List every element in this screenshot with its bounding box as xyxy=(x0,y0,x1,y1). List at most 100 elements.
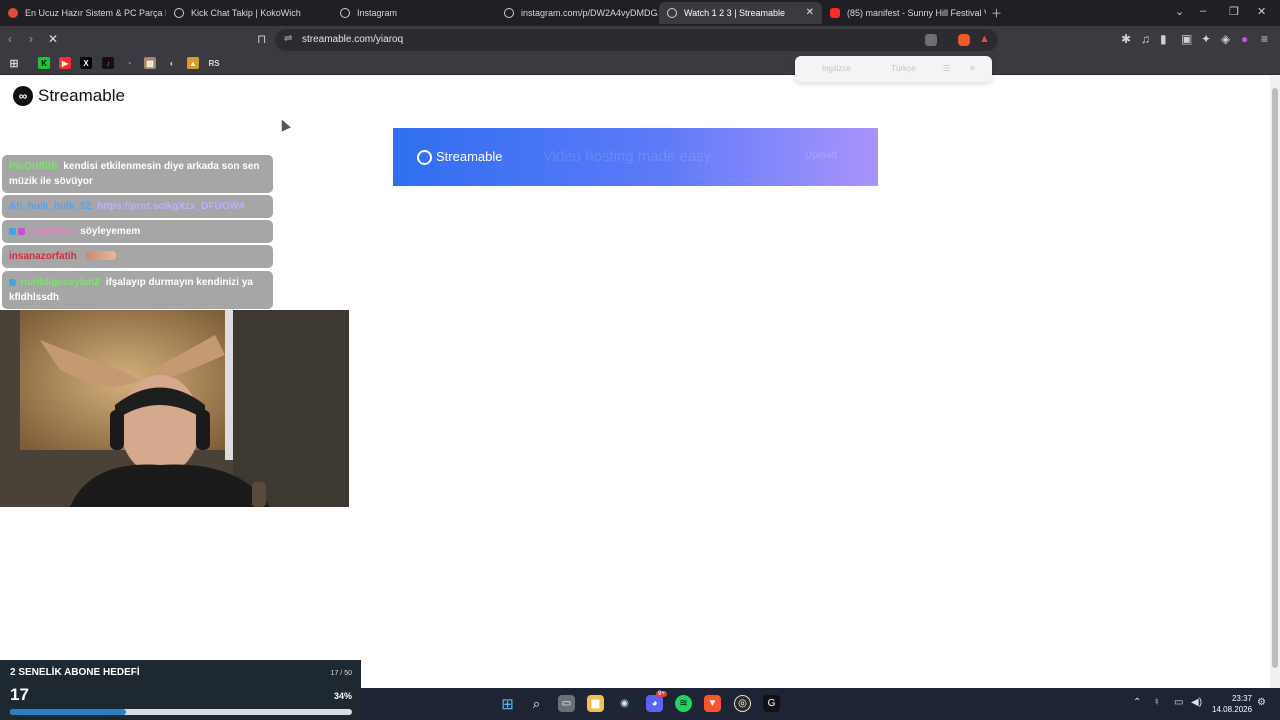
youtube-bookmark-icon[interactable]: ▶ xyxy=(59,57,71,69)
wallet-icon[interactable]: ▣ xyxy=(1181,32,1192,46)
logo-text: Streamable xyxy=(38,86,125,105)
tab-title: Instagram xyxy=(357,8,398,18)
url-text: streamable.com/yiaroq xyxy=(302,34,404,45)
sub-goal-progress: 17 34% xyxy=(0,685,361,720)
tab-kick-chat[interactable]: Kick Chat Takip | KokoWich xyxy=(166,2,332,24)
webtoon-icon[interactable]: ▧ xyxy=(144,57,156,69)
brave-icon[interactable]: ▼ xyxy=(704,695,721,712)
microphone-icon[interactable]: ♮ xyxy=(1155,697,1159,708)
obs-icon[interactable]: ◎ xyxy=(734,695,751,712)
chart-site-icon[interactable]: ◔ xyxy=(123,57,135,69)
tiktok-icon[interactable]: ♪ xyxy=(102,57,114,69)
tray-overflow-icon[interactable]: ⌃ xyxy=(1133,697,1141,708)
new-tab-icon[interactable]: ＋ xyxy=(991,5,1002,21)
translate-close-icon[interactable]: ✕ xyxy=(969,64,976,73)
chat-message: itsgeetho söyleyemem xyxy=(2,220,273,243)
scrollbar-thumb[interactable] xyxy=(1272,88,1278,668)
globe-icon xyxy=(174,8,184,18)
banner-upload-button[interactable]: Upload xyxy=(805,150,837,161)
windows-taskbar: ⊞ ⌕ ▭ ▆ ◉ ◕ 9+ ≋ ▼ ◎ G ⌃ ♮ ▭ ◀) 23:37 14… xyxy=(361,688,1280,720)
goal-title: 2 SENELİK ABONE HEDEFİ xyxy=(10,667,140,678)
store-favicon-icon xyxy=(8,8,18,18)
tab-youtube[interactable]: (85) manifest - Sunny Hill Festival Vid xyxy=(822,2,986,24)
chat-username: PicGriffith xyxy=(9,161,58,172)
banner-brand: Streamable xyxy=(436,149,503,164)
system-clock[interactable]: 23:37 14.08.2026 xyxy=(1212,693,1252,715)
banner-tagline: Video hosting made easy xyxy=(543,148,712,165)
leo-ai-icon[interactable]: ✦ xyxy=(1201,32,1211,46)
youtube-icon xyxy=(830,8,840,18)
chat-message: Ati_hulk_hulk_52 https://prnt.sc/kgXzx_DF… xyxy=(2,195,273,218)
rs-site-icon[interactable]: RS xyxy=(208,57,220,69)
tab-title: En Ucuz Hazır Sistem & PC Parça Fiyat xyxy=(25,8,166,18)
translate-menu-icon[interactable]: ☰ xyxy=(943,64,950,73)
chat-text: söyleyemem xyxy=(80,226,141,237)
chat-username: insanazorfatih xyxy=(9,251,77,262)
address-bar[interactable]: ⇌ streamable.com/yiaroq ▲ xyxy=(275,29,998,51)
subscriber-badge-icon xyxy=(9,228,16,235)
goal-count: 17 / 50 xyxy=(330,670,352,677)
tab-streamable[interactable]: Watch 1 2 3 | Streamable ✕ xyxy=(659,2,822,24)
clock-time: 23:37 xyxy=(1231,694,1252,703)
goal-percent: 34% xyxy=(333,691,352,701)
file-explorer-icon[interactable]: ▆ xyxy=(587,695,604,712)
globe-icon xyxy=(667,8,677,18)
chat-message: nuribilgeceylan2 ifşalayıp durmayın kendi… xyxy=(2,271,273,309)
volume-icon[interactable]: ◀) xyxy=(1191,697,1202,708)
tab-instagram-post[interactable]: instagram.com/p/DW2A4vyDMDG/ xyxy=(496,2,658,24)
back-icon[interactable]: ‹ xyxy=(8,32,12,46)
tab-pc-parts[interactable]: En Ucuz Hazır Sistem & PC Parça Fiyat xyxy=(0,2,166,24)
tab-instagram[interactable]: Instagram xyxy=(332,2,496,24)
extensions-icon[interactable]: ✱ xyxy=(1121,32,1131,46)
translate-source-lang[interactable]: İngilizce xyxy=(822,64,851,73)
kick-icon[interactable]: K xyxy=(38,57,50,69)
browser-toolbar: ‹ › ✕ ⊓ ⇌ streamable.com/yiaroq ▲ ✱ ♫ ▮ … xyxy=(0,26,1280,53)
subscriber-badge-icon xyxy=(9,279,16,286)
close-tab-icon[interactable]: ✕ xyxy=(806,7,814,18)
mouse-cursor-icon xyxy=(277,117,291,132)
page-scrollbar[interactable] xyxy=(1270,76,1280,688)
translate-icon[interactable] xyxy=(925,34,937,46)
sidebar-icon[interactable]: ▮ xyxy=(1160,32,1167,46)
tab-search-chevron-icon[interactable]: ⌄ xyxy=(1175,5,1184,18)
steam-icon[interactable]: ◉ xyxy=(616,695,633,712)
network-icon[interactable]: ▭ xyxy=(1174,697,1183,708)
windows-start-icon[interactable]: ⊞ xyxy=(499,695,516,713)
game-site-icon[interactable]: ▲ xyxy=(187,57,199,69)
logitech-icon[interactable]: G xyxy=(763,695,780,712)
minimize-icon[interactable]: – xyxy=(1200,5,1206,17)
brave-rewards-icon[interactable]: ▲ xyxy=(979,33,990,45)
clock-date: 14.08.2026 xyxy=(1212,705,1253,714)
site-info-icon[interactable]: ⇌ xyxy=(284,33,292,44)
close-window-icon[interactable]: ✕ xyxy=(1257,5,1266,18)
x-icon[interactable]: X xyxy=(80,57,92,69)
bookmark-icon[interactable]: ⊓ xyxy=(257,32,266,46)
discord-icon[interactable]: ◕ xyxy=(646,695,663,712)
chat-link: https://prnt.sc/kgXzx_DFUOW4 xyxy=(97,201,245,212)
apps-grid-icon[interactable]: ⊞ xyxy=(8,57,20,70)
emote-image xyxy=(85,251,116,260)
task-view-icon[interactable]: ▭ xyxy=(558,695,575,712)
maximize-icon[interactable]: ❐ xyxy=(1229,5,1239,18)
goal-current: 17 xyxy=(10,685,29,704)
vpn-icon[interactable]: ◈ xyxy=(1221,32,1230,46)
chat-username: nuribilgeceylan2 xyxy=(20,277,100,288)
stop-loading-icon[interactable]: ✕ xyxy=(48,32,58,46)
spotify-icon[interactable]: ≋ xyxy=(675,695,692,712)
forward-icon[interactable]: › xyxy=(29,32,33,46)
search-icon[interactable]: ⌕ xyxy=(528,695,545,712)
bookmarks-bar: ⊞ K ▶ X ♪ ◔ ▧ ◐ ▲ RS xyxy=(0,53,1280,75)
streamable-logo-icon: ∞ xyxy=(13,86,33,106)
translate-popup: İngilizce Türkçe ☰ ✕ xyxy=(795,56,992,82)
streamable-logo[interactable]: ∞ Streamable xyxy=(13,86,125,106)
globe-bookmark-icon[interactable]: ◐ xyxy=(166,57,178,69)
tab-title: (85) manifest - Sunny Hill Festival Vid xyxy=(847,8,986,18)
brave-shields-icon[interactable] xyxy=(958,34,970,46)
profile-icon[interactable]: ● xyxy=(1241,32,1248,46)
notifications-icon[interactable]: ⚙ xyxy=(1257,697,1266,708)
streamable-banner: Streamable Video hosting made easy Uploa… xyxy=(393,128,878,186)
banner-logo-icon xyxy=(417,150,432,165)
translate-target-lang[interactable]: Türkçe xyxy=(891,64,915,73)
media-control-icon[interactable]: ♫ xyxy=(1141,32,1150,46)
menu-icon[interactable]: ≡ xyxy=(1261,32,1268,46)
